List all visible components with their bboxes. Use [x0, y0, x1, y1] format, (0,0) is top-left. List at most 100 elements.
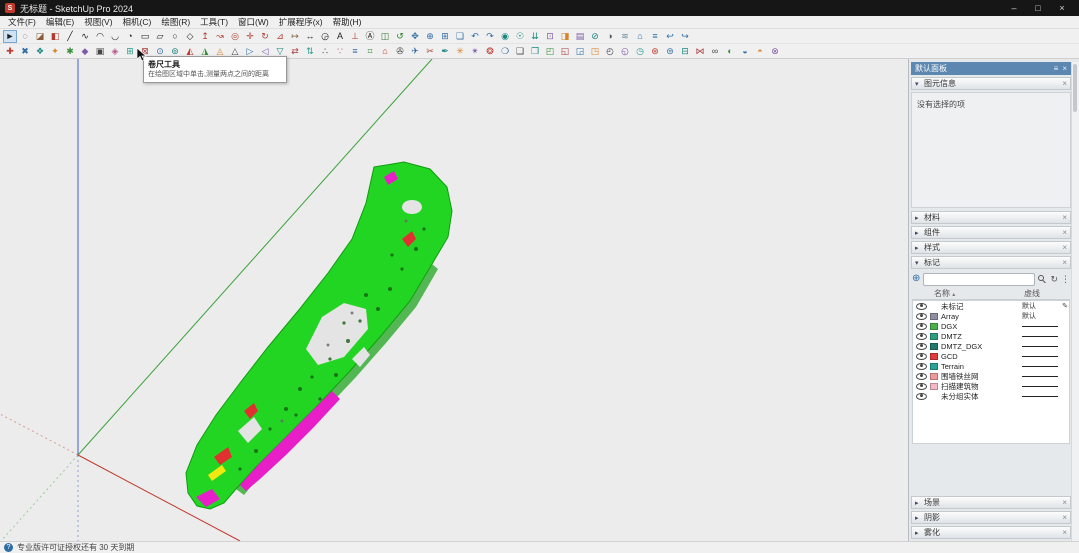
- close-icon[interactable]: ×: [1062, 498, 1067, 507]
- ext-tool-48-icon[interactable]: ∞: [708, 45, 722, 58]
- maximize-button[interactable]: □: [1026, 1, 1050, 16]
- tag-dash-style[interactable]: [1022, 396, 1066, 397]
- menu-edit[interactable]: 编辑(E): [41, 16, 79, 28]
- ext-tool-29-icon[interactable]: ✂: [423, 45, 437, 58]
- tag-row[interactable]: 未分组实体: [913, 391, 1069, 401]
- position-camera-icon[interactable]: ◉: [498, 30, 512, 43]
- paint-bucket-icon[interactable]: ◧: [48, 30, 62, 43]
- visibility-eye-icon[interactable]: [916, 393, 927, 400]
- two-point-arc-icon[interactable]: ◡: [108, 30, 122, 43]
- close-icon[interactable]: ×: [1062, 79, 1067, 88]
- tag-color-chip[interactable]: [930, 343, 938, 350]
- visibility-eye-icon[interactable]: [916, 303, 927, 310]
- tags-tool-icon[interactable]: ⊘: [588, 30, 602, 43]
- panel-section-场景[interactable]: ▸场景×: [911, 496, 1071, 509]
- ext-tool-52-icon[interactable]: ⊗: [768, 45, 782, 58]
- panel-section-雾化[interactable]: ▸雾化×: [911, 526, 1071, 539]
- ext-tool-31-icon[interactable]: ✳: [453, 45, 467, 58]
- ext-tool-27-icon[interactable]: ✇: [393, 45, 407, 58]
- ext-tool-04-icon[interactable]: ✦: [48, 45, 62, 58]
- ext-tool-02-icon[interactable]: ✖: [18, 45, 32, 58]
- lasso-icon[interactable]: ◌: [18, 30, 32, 43]
- close-icon[interactable]: ×: [1062, 513, 1067, 522]
- close-button[interactable]: ×: [1050, 1, 1074, 16]
- menu-window[interactable]: 窗口(W): [233, 16, 274, 28]
- rotate-icon[interactable]: ↻: [258, 30, 272, 43]
- ext-tool-41-icon[interactable]: ◴: [603, 45, 617, 58]
- ext-tool-47-icon[interactable]: ⋈: [693, 45, 707, 58]
- tag-row[interactable]: 围墙铁丝网: [913, 371, 1069, 381]
- search-icon[interactable]: [1038, 275, 1047, 284]
- materials-icon[interactable]: ◨: [558, 30, 572, 43]
- tag-color-chip[interactable]: [930, 353, 938, 360]
- ext-tool-50-icon[interactable]: ◒: [738, 45, 752, 58]
- freehand-icon[interactable]: ∿: [78, 30, 92, 43]
- tag-row[interactable]: DGX: [913, 321, 1069, 331]
- ext-tool-37-icon[interactable]: ◰: [543, 45, 557, 58]
- ext-tool-25-icon[interactable]: ⌗: [363, 45, 377, 58]
- visibility-eye-icon[interactable]: [916, 353, 927, 360]
- tray-menu-icon[interactable]: ≡: [1054, 64, 1059, 73]
- tag-color-chip[interactable]: [930, 333, 938, 340]
- ext-tool-33-icon[interactable]: ❂: [483, 45, 497, 58]
- shadows-icon[interactable]: ◑: [603, 30, 617, 43]
- ext-tool-24-icon[interactable]: ≡: [348, 45, 362, 58]
- ext-tool-09-icon[interactable]: ⊞: [123, 45, 137, 58]
- ext-tool-43-icon[interactable]: ◷: [633, 45, 647, 58]
- zoom-icon[interactable]: ⊕: [423, 30, 437, 43]
- make-component-icon[interactable]: ⊡: [543, 30, 557, 43]
- visibility-eye-icon[interactable]: [916, 373, 927, 380]
- panel-section-entity-info[interactable]: ▾ 图元信息 ×: [911, 77, 1071, 90]
- circle-icon[interactable]: ○: [168, 30, 182, 43]
- panel-section-样式[interactable]: ▸样式×: [911, 241, 1071, 254]
- push-pull-icon[interactable]: ↥: [198, 30, 212, 43]
- ext-tool-51-icon[interactable]: ◓: [753, 45, 767, 58]
- arc-icon[interactable]: ◠: [93, 30, 107, 43]
- fog-icon[interactable]: ≋: [618, 30, 632, 43]
- scrollbar-thumb[interactable]: [1073, 64, 1077, 112]
- polygon-icon[interactable]: ◇: [183, 30, 197, 43]
- move-icon[interactable]: ✛: [243, 30, 257, 43]
- menu-file[interactable]: 文件(F): [3, 16, 41, 28]
- ext-tool-44-icon[interactable]: ⊛: [648, 45, 662, 58]
- visibility-eye-icon[interactable]: [916, 333, 927, 340]
- select-icon[interactable]: ►: [3, 30, 17, 43]
- close-icon[interactable]: ×: [1062, 228, 1067, 237]
- tag-color-chip[interactable]: [930, 313, 938, 320]
- panel-section-tags[interactable]: ▾ 标记 ×: [911, 256, 1071, 269]
- tag-dash-style[interactable]: [1022, 376, 1066, 377]
- scale-icon[interactable]: ⊿: [273, 30, 287, 43]
- ext-tool-01-icon[interactable]: ✚: [3, 45, 17, 58]
- ext-tool-36-icon[interactable]: ❒: [528, 45, 542, 58]
- close-icon[interactable]: ×: [1062, 258, 1067, 267]
- walk-icon[interactable]: ⇊: [528, 30, 542, 43]
- add-tag-icon[interactable]: ⊕: [912, 274, 920, 284]
- pie-icon[interactable]: ◔: [123, 30, 137, 43]
- minimize-button[interactable]: –: [1002, 1, 1026, 16]
- close-icon[interactable]: ×: [1062, 213, 1067, 222]
- visibility-eye-icon[interactable]: [916, 323, 927, 330]
- undo-icon[interactable]: ↩: [663, 30, 677, 43]
- styles-icon[interactable]: ▤: [573, 30, 587, 43]
- ext-tool-42-icon[interactable]: ◵: [618, 45, 632, 58]
- ext-tool-34-icon[interactable]: ❍: [498, 45, 512, 58]
- ext-tool-40-icon[interactable]: ◳: [588, 45, 602, 58]
- rectangle-icon[interactable]: ▭: [138, 30, 152, 43]
- views-icon[interactable]: ⌂: [633, 30, 647, 43]
- ext-tool-38-icon[interactable]: ◱: [558, 45, 572, 58]
- ext-tool-08-icon[interactable]: ◈: [108, 45, 122, 58]
- rotated-rectangle-icon[interactable]: ▱: [153, 30, 167, 43]
- ext-tool-23-icon[interactable]: ∵: [333, 45, 347, 58]
- 3d-text-icon[interactable]: Ⓐ: [363, 30, 377, 43]
- pan-icon[interactable]: ✥: [408, 30, 422, 43]
- tag-search-input[interactable]: [923, 273, 1035, 286]
- ext-tool-49-icon[interactable]: ◐: [723, 45, 737, 58]
- close-icon[interactable]: ×: [1062, 528, 1067, 537]
- ext-tool-26-icon[interactable]: ⌂: [378, 45, 392, 58]
- previous-view-icon[interactable]: ↶: [468, 30, 482, 43]
- tag-color-chip[interactable]: [930, 363, 938, 370]
- text-icon[interactable]: A: [333, 30, 347, 43]
- line-icon[interactable]: ╱: [63, 30, 77, 43]
- ext-tool-05-icon[interactable]: ✱: [63, 45, 77, 58]
- tag-dash-style[interactable]: 默认: [1022, 311, 1066, 321]
